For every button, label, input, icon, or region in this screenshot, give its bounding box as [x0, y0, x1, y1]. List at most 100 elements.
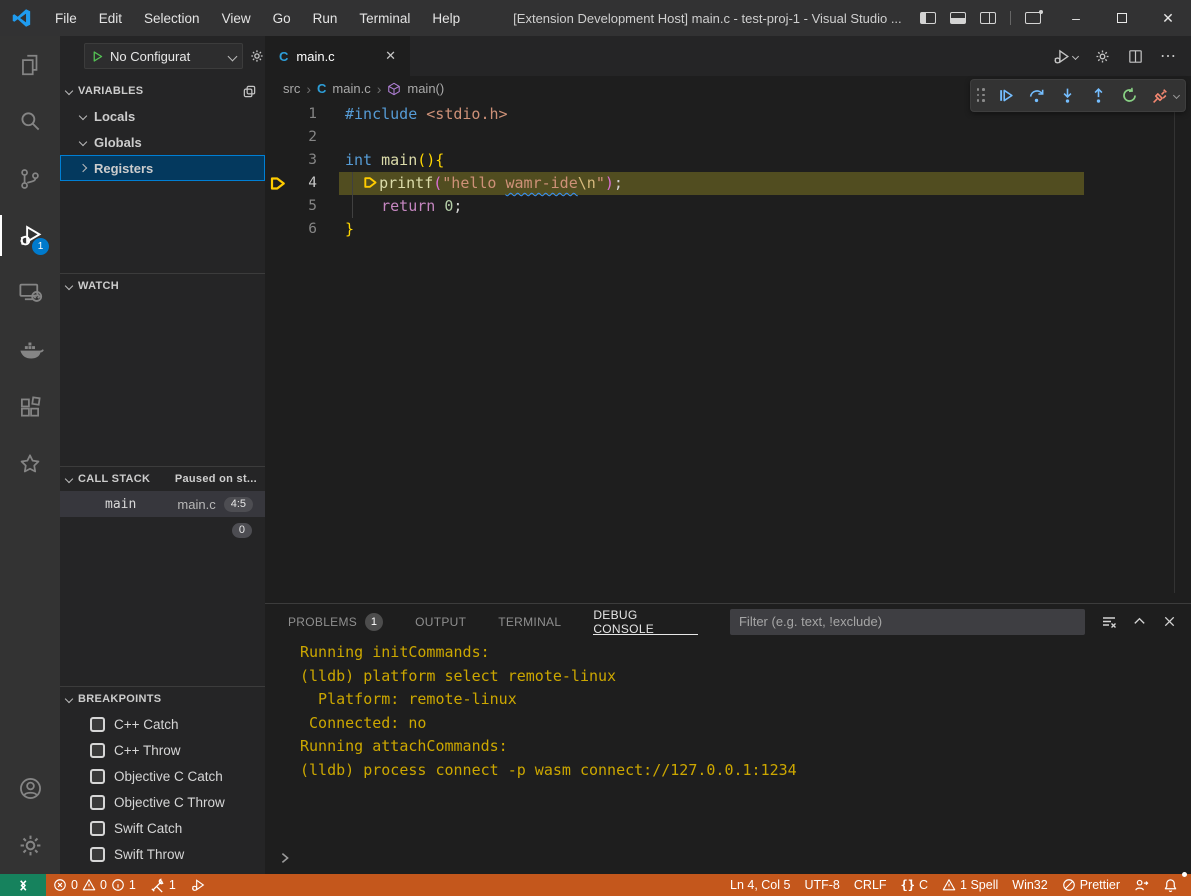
toggle-secondary-sidebar-icon[interactable]: [980, 12, 996, 24]
code-line-3[interactable]: 3int main(){: [265, 149, 1191, 172]
gear-icon[interactable]: [1094, 48, 1111, 65]
console-filter-input[interactable]: [730, 609, 1085, 635]
sidebar-item-star-extension[interactable]: [0, 435, 60, 492]
problems-status[interactable]: 0 0 1: [46, 874, 143, 896]
eol-indicator[interactable]: CRLF: [847, 874, 894, 896]
menu-item-view[interactable]: View: [211, 0, 262, 36]
breakpoint-row[interactable]: Swift Catch: [60, 815, 265, 841]
checkbox-unchecked[interactable]: [90, 795, 105, 810]
toggle-sidebar-icon[interactable]: [920, 12, 936, 24]
run-or-debug-button[interactable]: [1052, 47, 1078, 66]
encoding-indicator[interactable]: UTF-8: [797, 874, 846, 896]
step-into-button[interactable]: [1054, 82, 1081, 109]
language-mode[interactable]: {̇} C: [894, 874, 935, 896]
chevron-down-icon[interactable]: [1173, 92, 1180, 99]
split-editor-icon[interactable]: [1127, 48, 1144, 65]
variables-item-locals[interactable]: Locals: [60, 103, 265, 129]
code-editor[interactable]: 1#include <stdio.h>23int main(){4 printf…: [265, 101, 1191, 603]
checkbox-unchecked[interactable]: [90, 821, 105, 836]
breakpoint-row[interactable]: C++ Catch: [60, 711, 265, 737]
checkbox-unchecked[interactable]: [90, 769, 105, 784]
vscode-logo-icon: [10, 7, 32, 29]
tab-close-icon[interactable]: ✕: [381, 47, 400, 65]
notifications-button[interactable]: [1156, 874, 1185, 896]
launch-configuration-dropdown[interactable]: No Configurat: [84, 43, 243, 69]
platform-indicator[interactable]: Win32: [1005, 874, 1054, 896]
accounts-button[interactable]: [0, 760, 60, 817]
menu-item-selection[interactable]: Selection: [133, 0, 211, 36]
code-line-4[interactable]: 4 printf("hello wamr-ide\n");: [265, 172, 1191, 195]
sidebar-item-docker[interactable]: [0, 321, 60, 378]
tasks-count: 1: [169, 878, 176, 892]
configure-gear-icon[interactable]: [249, 48, 265, 64]
variables-item-registers[interactable]: Registers: [60, 155, 265, 181]
drag-gripper-icon[interactable]: [977, 88, 987, 103]
breakpoints-header[interactable]: BREAKPOINTS: [60, 687, 265, 711]
feedback-button[interactable]: [1127, 874, 1156, 896]
step-out-button[interactable]: [1085, 82, 1112, 109]
watch-header[interactable]: WATCH: [60, 274, 265, 298]
thread-row[interactable]: 0: [60, 517, 265, 543]
panel-tab-debug-console[interactable]: DEBUG CONSOLE: [593, 604, 698, 639]
menu-item-help[interactable]: Help: [421, 0, 471, 36]
sidebar-item-remote-explorer[interactable]: [0, 264, 60, 321]
breakpoint-row[interactable]: Objective C Catch: [60, 763, 265, 789]
menu-item-file[interactable]: File: [44, 0, 88, 36]
breadcrumb-src[interactable]: src: [283, 81, 300, 96]
sidebar-item-search[interactable]: [0, 93, 60, 150]
toggle-panel-icon[interactable]: [950, 12, 966, 24]
debug-status[interactable]: [183, 874, 213, 896]
menu-item-go[interactable]: Go: [262, 0, 302, 36]
formatter-status[interactable]: Prettier: [1055, 874, 1127, 896]
sidebar-item-explorer[interactable]: [0, 36, 60, 93]
breadcrumb-symbol[interactable]: main(): [407, 81, 444, 96]
c-file-icon: C: [317, 81, 326, 96]
code-line-2[interactable]: 2: [265, 126, 1191, 149]
stack-frame-row[interactable]: main main.c 4:5: [60, 491, 265, 517]
panel-tab-problems[interactable]: PROBLEMS1: [288, 604, 383, 639]
menu-item-run[interactable]: Run: [302, 0, 349, 36]
checkbox-unchecked[interactable]: [90, 743, 105, 758]
checkbox-unchecked[interactable]: [90, 717, 105, 732]
disconnect-button[interactable]: [1147, 82, 1174, 109]
execution-pointer-icon[interactable]: [269, 176, 287, 191]
menu-item-edit[interactable]: Edit: [88, 0, 133, 36]
variables-item-globals[interactable]: Globals: [60, 129, 265, 155]
close-panel-button[interactable]: [1157, 610, 1181, 634]
continue-button[interactable]: [992, 82, 1019, 109]
sidebar-item-extensions[interactable]: [0, 378, 60, 435]
variables-header[interactable]: VARIABLES: [60, 79, 265, 103]
more-actions-icon[interactable]: ⋯: [1160, 46, 1177, 66]
restart-button[interactable]: [1116, 82, 1143, 109]
code-line-5[interactable]: 5 return 0;: [265, 195, 1191, 218]
console-line: Running attachCommands:: [300, 735, 1171, 759]
call-stack-header[interactable]: CALL STACK Paused on st...: [60, 467, 265, 491]
breakpoint-row[interactable]: Objective C Throw: [60, 789, 265, 815]
close-button[interactable]: ✕: [1145, 0, 1191, 36]
tab-main-c[interactable]: C main.c ✕: [265, 36, 410, 76]
spell-checker-status[interactable]: 1 Spell: [935, 874, 1005, 896]
cursor-position[interactable]: Ln 4, Col 5: [723, 874, 797, 896]
code-line-6[interactable]: 6}: [265, 218, 1191, 241]
maximize-button[interactable]: [1099, 0, 1145, 36]
checkbox-unchecked[interactable]: [90, 847, 105, 862]
thread-badge: 0: [232, 523, 252, 538]
clear-console-button[interactable]: [1097, 610, 1121, 634]
minimize-button[interactable]: –: [1053, 0, 1099, 36]
panel-tab-output[interactable]: OUTPUT: [415, 604, 466, 639]
console-input-prompt[interactable]: [278, 851, 292, 865]
tasks-status[interactable]: 1: [143, 874, 183, 896]
panel-tab-terminal[interactable]: TERMINAL: [498, 604, 561, 639]
step-over-button[interactable]: [1023, 82, 1050, 109]
menu-item-terminal[interactable]: Terminal: [348, 0, 421, 36]
breakpoint-row[interactable]: C++ Throw: [60, 737, 265, 763]
maximize-panel-button[interactable]: [1127, 610, 1151, 634]
settings-button[interactable]: [0, 817, 60, 874]
customize-layout-icon[interactable]: [1025, 12, 1041, 24]
breakpoint-row[interactable]: Swift Throw: [60, 841, 265, 867]
sidebar-item-run-and-debug[interactable]: 1: [0, 207, 60, 264]
copy-icon[interactable]: [242, 84, 257, 99]
sidebar-item-source-control[interactable]: [0, 150, 60, 207]
breadcrumb-file[interactable]: main.c: [332, 81, 370, 96]
remote-indicator[interactable]: [0, 874, 46, 896]
